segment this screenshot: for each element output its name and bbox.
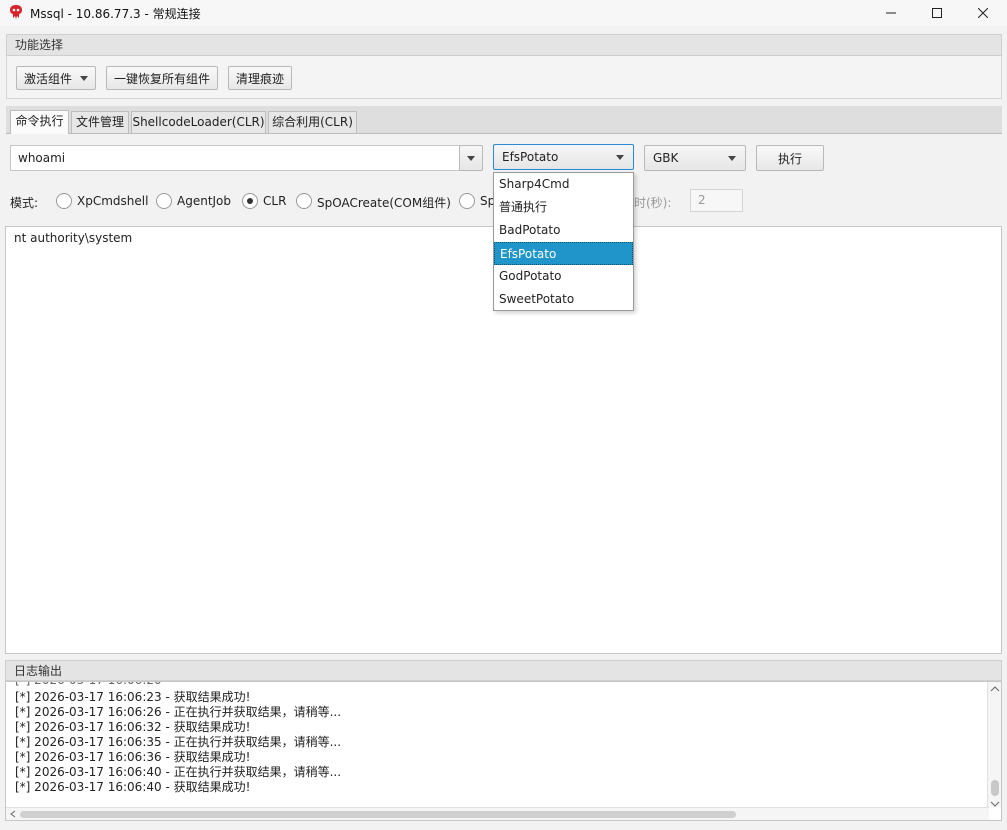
command-history-dropdown-button[interactable] xyxy=(459,145,483,171)
command-input[interactable]: whoami xyxy=(10,145,460,171)
radio-xpcmdshell-label: XpCmdshell xyxy=(77,194,149,208)
command-output-text: nt authority\system xyxy=(14,231,133,245)
radio-spoacreate-label: SpOACreate(COM组件) xyxy=(317,196,451,210)
potato-select[interactable]: EfsPotato xyxy=(493,144,634,170)
minimize-button[interactable] xyxy=(868,0,914,26)
chevron-down-icon xyxy=(728,156,736,161)
dropdown-item-sharp4cmd[interactable]: Sharp4Cmd xyxy=(494,173,633,196)
log-horizontal-scroll-thumb[interactable] xyxy=(20,811,736,818)
app-logo-icon xyxy=(10,5,22,19)
radio-clr[interactable] xyxy=(242,193,258,209)
encoding-select-value: GBK xyxy=(653,151,679,165)
clean-traces-button[interactable]: 清理痕迹 xyxy=(228,66,292,90)
radio-agentjob[interactable] xyxy=(156,193,172,209)
log-panel-header: 日志输出 xyxy=(5,660,1002,681)
activate-component-label: 激活组件 xyxy=(23,71,72,86)
minimize-icon xyxy=(886,12,896,14)
log-line: [*] 2026-03-17 16:06:40 - 获取结果成功! xyxy=(15,780,251,794)
log-line-partial: [*] 2026-03-17 16:06:20 xyxy=(15,682,162,687)
potato-select-value: EfsPotato xyxy=(502,150,559,164)
radio-clr-label: CLR xyxy=(263,194,287,208)
window-title: Mssql - 10.86.77.3 - 常规连接 xyxy=(30,7,201,21)
dropdown-item-godpotato[interactable]: GodPotato xyxy=(494,265,633,288)
radio-xpcmdshell[interactable] xyxy=(56,193,72,209)
tab-comprehensive[interactable]: 综合利用(CLR) xyxy=(268,111,357,133)
log-vertical-scroll-thumb[interactable] xyxy=(991,780,999,796)
maximize-icon xyxy=(932,8,942,18)
tab-command-exec[interactable]: 命令执行 xyxy=(10,110,69,134)
timeout-label: 时(秒): xyxy=(634,196,672,210)
dropdown-item-sweetpotato[interactable]: SweetPotato xyxy=(494,288,633,311)
dropdown-item-badpotato[interactable]: BadPotato xyxy=(494,219,633,242)
chevron-down-icon xyxy=(616,155,624,160)
func-panel-header: 功能选择 xyxy=(6,34,1002,56)
close-button[interactable] xyxy=(960,0,1006,26)
log-output-area[interactable]: [*] 2026-03-17 16:06:20 [*] 2026-03-17 1… xyxy=(5,681,1002,821)
potato-dropdown-list: Sharp4Cmd 普通执行 BadPotato EfsPotato GodPo… xyxy=(493,172,634,311)
chevron-down-icon xyxy=(80,75,88,81)
mode-label: 模式: xyxy=(10,196,39,210)
scroll-left-icon xyxy=(10,810,16,818)
radio-sp[interactable] xyxy=(459,193,475,209)
log-vertical-scrollbar[interactable] xyxy=(987,682,1001,807)
close-icon xyxy=(978,8,988,18)
timeout-input[interactable]: 2 xyxy=(690,189,743,212)
radio-agentjob-label: AgentJob xyxy=(177,194,232,208)
scroll-down-icon xyxy=(990,801,1000,807)
scroll-up-icon xyxy=(990,686,1000,692)
maximize-button[interactable] xyxy=(914,0,960,26)
restore-all-button[interactable]: 一键恢复所有组件 xyxy=(106,66,218,90)
chevron-down-icon xyxy=(467,156,475,161)
tab-file-manager[interactable]: 文件管理 xyxy=(71,111,129,133)
activate-component-button[interactable]: 激活组件 xyxy=(16,66,96,90)
log-horizontal-scrollbar[interactable] xyxy=(6,807,989,820)
dropdown-item-normal-exec[interactable]: 普通执行 xyxy=(494,196,633,219)
radio-spoacreate[interactable] xyxy=(296,193,312,209)
encoding-select[interactable]: GBK xyxy=(644,145,746,171)
execute-button[interactable]: 执行 xyxy=(756,145,824,171)
dropdown-item-efspotato[interactable]: EfsPotato xyxy=(494,242,633,265)
title-bar: Mssql - 10.86.77.3 - 常规连接 xyxy=(0,0,1007,26)
tab-shellcode-loader[interactable]: ShellcodeLoader(CLR) xyxy=(131,111,266,133)
